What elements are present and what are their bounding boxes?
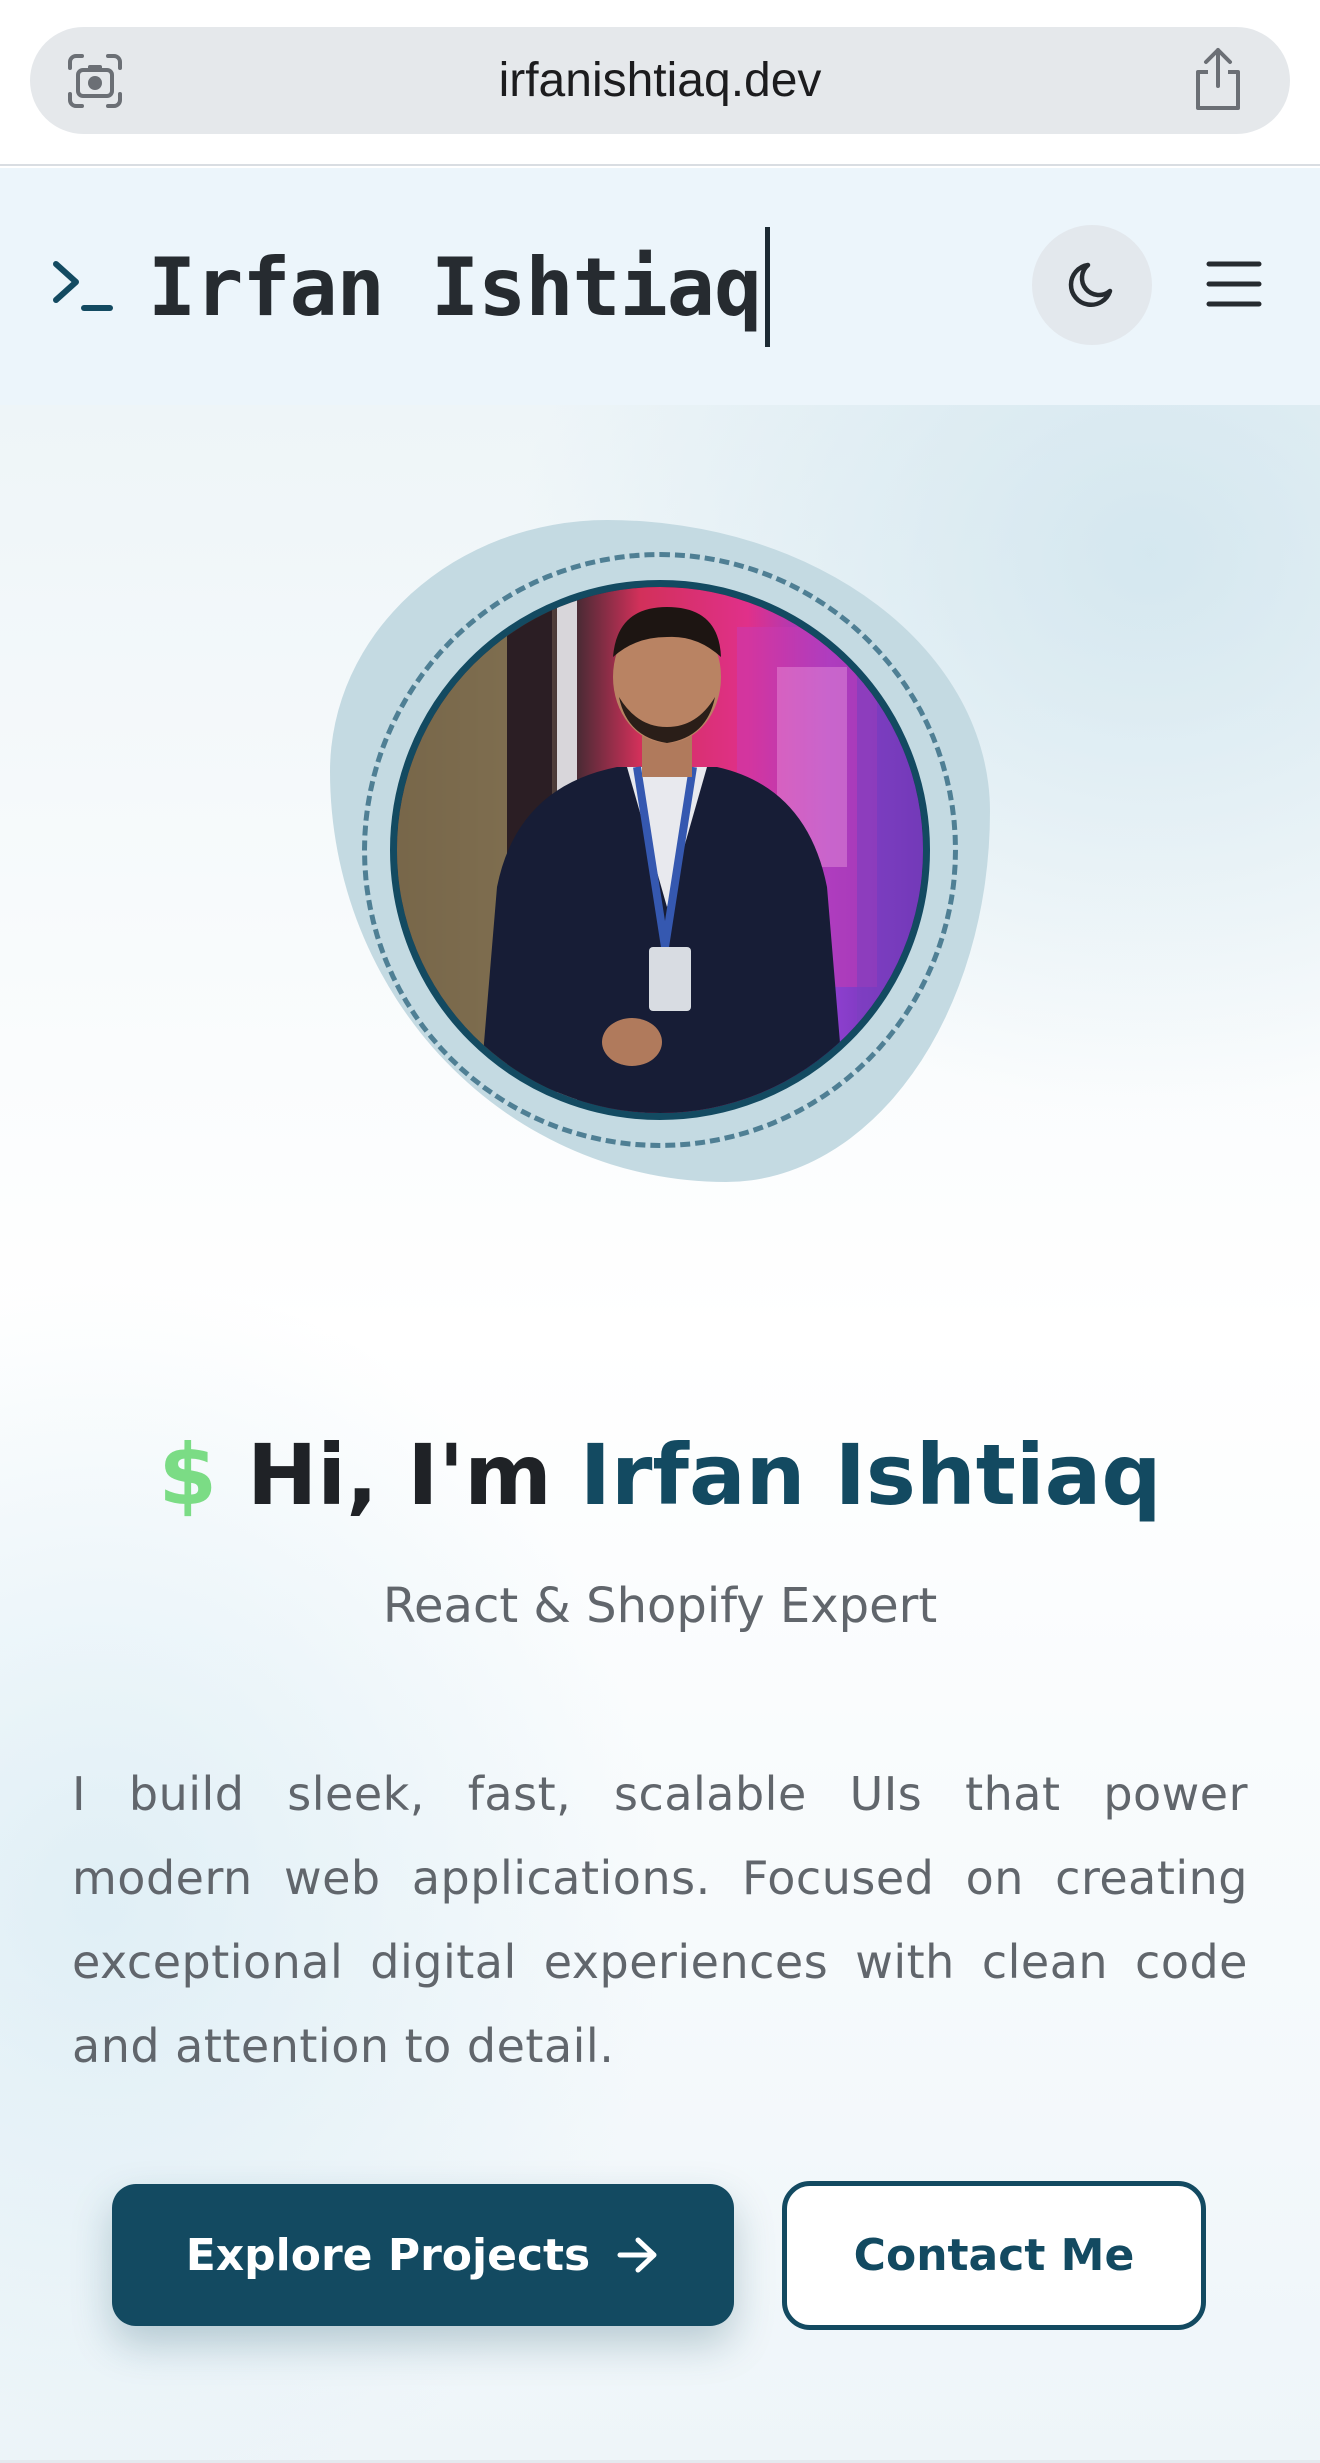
contact-me-button[interactable]: Contact Me	[782, 2181, 1206, 2330]
hamburger-menu-icon[interactable]	[1206, 258, 1262, 310]
hero-heading: $ Hi, I'm Irfan Ishtiaq	[0, 1420, 1320, 1530]
arrow-right-icon	[617, 2237, 657, 2273]
hero-name: Irfan Ishtiaq	[579, 1426, 1168, 1524]
browser-address-bar: irfanishtiaq.dev	[0, 0, 1320, 166]
explore-projects-button[interactable]: Explore Projects	[112, 2184, 734, 2326]
hero-greeting: Hi, I'm	[246, 1426, 552, 1524]
site-logo[interactable]: Irfan Ishtiaq	[148, 232, 770, 342]
hero-bio: I build sleek, fast, scalable UIs that p…	[72, 1767, 1248, 2073]
moon-icon	[1068, 262, 1113, 308]
share-icon[interactable]	[1190, 46, 1246, 112]
terminal-prompt-icon	[53, 261, 113, 311]
explore-projects-label: Explore Projects	[185, 2229, 591, 2281]
url-text[interactable]: irfanishtiaq.dev	[30, 27, 1290, 134]
camera-lens-icon[interactable]	[66, 52, 124, 110]
dollar-prompt: $	[158, 1426, 217, 1524]
hero-subtitle: React & Shopify Expert	[382, 1578, 938, 1634]
contact-me-label: Contact Me	[853, 2230, 1135, 2281]
theme-toggle-button[interactable]	[1032, 225, 1152, 345]
profile-photo	[390, 580, 930, 1120]
url-field[interactable]: irfanishtiaq.dev	[30, 27, 1290, 134]
